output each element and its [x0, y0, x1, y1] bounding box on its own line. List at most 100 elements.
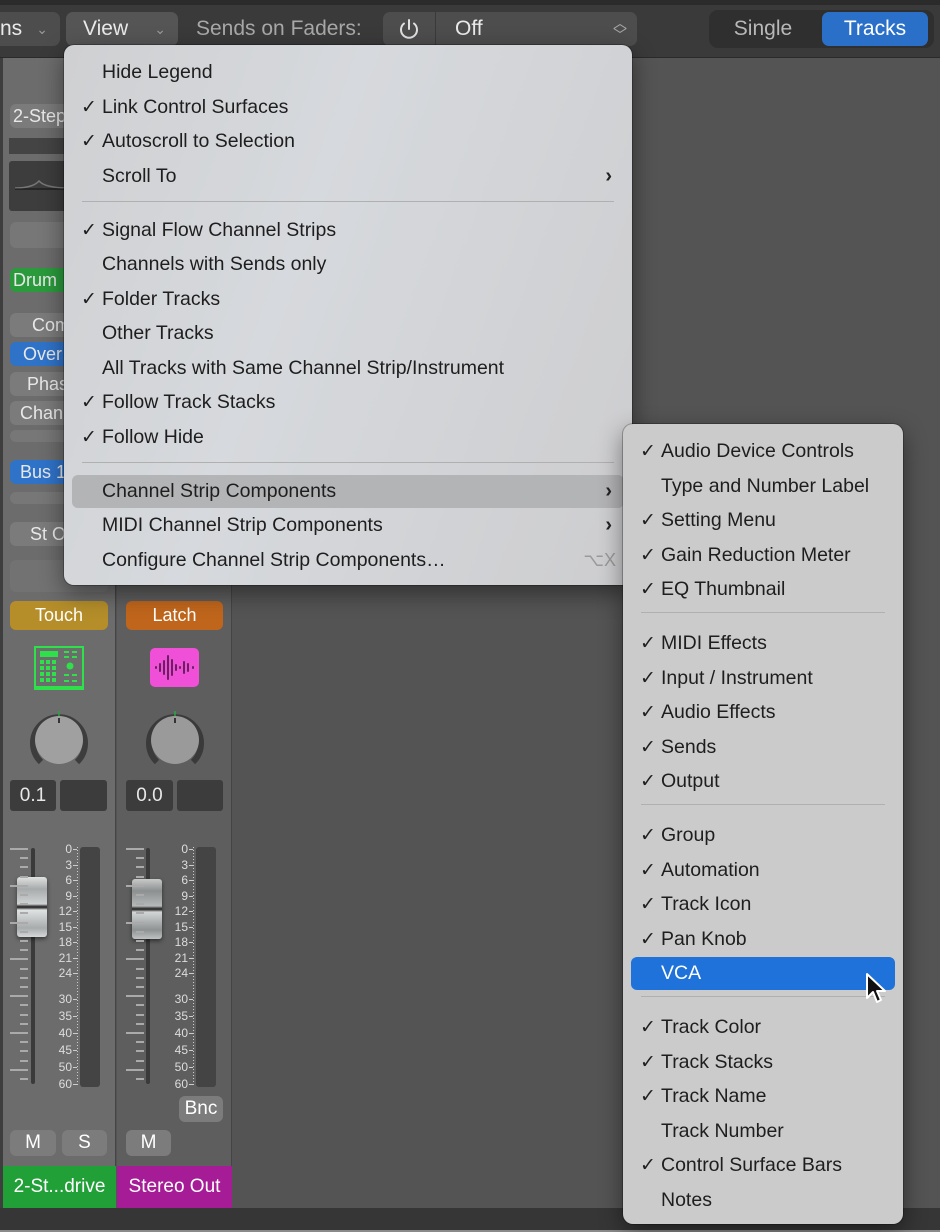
mouse-pointer-icon [866, 973, 886, 1003]
view-menu-item[interactable]: Other Tracks [72, 317, 624, 350]
audio-fx-slot-1[interactable]: Com [10, 313, 70, 337]
component-menu-item[interactable]: ✓ Track Stacks [631, 1046, 895, 1079]
checkmark-icon: ✓ [640, 736, 656, 758]
mute-button-1[interactable]: M [10, 1130, 56, 1156]
component-menu-item[interactable]: ✓ Track Icon [631, 888, 895, 921]
chevron-down-icon: ⌄ [36, 21, 48, 37]
mute-button-2[interactable]: M [126, 1130, 171, 1156]
view-menu-item[interactable]: ✓ Autoscroll to Selection [72, 125, 624, 158]
fader-tick [20, 1013, 28, 1016]
audio-fx-slot-2[interactable]: Over [10, 342, 70, 366]
view-menu-item[interactable]: MIDI Channel Strip Components › [72, 509, 624, 542]
component-menu-item[interactable]: ✓ Sends [631, 731, 895, 764]
fader-tick [136, 967, 144, 970]
automation-mode-button-2[interactable]: Latch [126, 601, 223, 630]
component-menu-item[interactable]: ✓ Setting Menu [631, 504, 895, 537]
view-menu-item[interactable]: Hide Legend [72, 56, 624, 89]
volume-fader-1[interactable]: 0 3 6 9 12 15 18 21 24 30 35 40 45 50 60 [8, 842, 108, 1090]
component-menu-item[interactable]: ✓ Automation [631, 854, 895, 887]
component-menu-item[interactable]: Type and Number Label [631, 470, 895, 503]
view-menu-item[interactable]: Channel Strip Components › [72, 475, 624, 508]
fader-scale-label: 24 [174, 966, 188, 980]
track-name-1[interactable]: 2-St...drive [3, 1166, 116, 1208]
menu-item-label: Control Surface Bars [661, 1154, 842, 1177]
fader-tick [136, 912, 144, 915]
audio-fx-slot-4[interactable]: Chan [10, 401, 70, 425]
component-menu-item[interactable]: ✓ Track Name [631, 1080, 895, 1113]
eq-thumbnail[interactable] [9, 161, 70, 211]
sends-on-faders-power-button[interactable] [383, 12, 435, 46]
segment-tracks[interactable]: Tracks [822, 12, 928, 46]
view-menu-item[interactable]: Scroll To › [72, 160, 624, 193]
solo-button-1[interactable]: S [62, 1130, 107, 1156]
component-menu-item[interactable]: ✓ Track Color [631, 1011, 895, 1044]
view-menu-button[interactable]: View ⌄ [66, 12, 178, 46]
menu-item-label: Follow Hide [102, 426, 204, 448]
component-menu-item[interactable]: ✓ Pan Knob [631, 923, 895, 956]
updown-chevron-icon: ︿ ﹀ [613, 15, 627, 43]
component-menu-item[interactable]: ✓ Group [631, 819, 895, 852]
component-menu-item[interactable]: ✓ Gain Reduction Meter [631, 539, 895, 572]
menu-item-label: Channels with Sends only [102, 253, 327, 275]
view-menu-item[interactable]: ✓ Follow Track Stacks [72, 386, 624, 419]
checkmark-icon: ✓ [640, 579, 656, 601]
view-menu-item[interactable]: ✓ Signal Flow Channel Strips [72, 214, 624, 247]
bounce-button[interactable]: Bnc [179, 1096, 223, 1122]
fader-tick [20, 866, 28, 869]
view-menu-item[interactable]: ✓ Link Control Surfaces [72, 91, 624, 124]
fader-scale-label: 45 [174, 1043, 188, 1057]
fader-scale-label: 15 [174, 919, 188, 934]
segment-single[interactable]: Single [713, 12, 813, 46]
component-menu-item[interactable]: ✓ Audio Effects [631, 696, 895, 729]
menu-item-label: Audio Device Controls [661, 440, 854, 462]
send-empty-slot[interactable] [10, 492, 70, 504]
options-menu-button[interactable]: ns ⌄ [0, 12, 60, 46]
component-menu-item[interactable]: Notes [631, 1184, 895, 1217]
fader-scale-label: 35 [174, 1009, 188, 1023]
eq-curve-icon [14, 179, 70, 190]
component-menu-item[interactable]: ✓ Input / Instrument [631, 662, 895, 695]
component-menu-item[interactable]: ✓ Output [631, 765, 895, 798]
component-menu-item[interactable]: Track Number [631, 1115, 895, 1148]
sends-on-faders-select[interactable]: Off ︿ ﹀ [436, 12, 637, 46]
track-name-2[interactable]: Stereo Out [117, 1166, 232, 1208]
fader-scale-label: 3 [181, 857, 188, 872]
view-menu-item[interactable]: Configure Channel Strip Components… ⌥X [72, 544, 624, 577]
component-menu-item[interactable]: ✓ Audio Device Controls [631, 435, 895, 468]
setting-menu-button[interactable]: 2-Step [10, 104, 70, 128]
midi-fx-slot[interactable]: Drum [10, 268, 70, 292]
audio-fx-empty-slot[interactable] [10, 430, 70, 442]
menu-item-label: Notes [661, 1189, 712, 1211]
checkmark-icon: ✓ [640, 510, 656, 532]
volume-fader-2[interactable]: 0 3 6 9 12 15 18 21 24 30 35 40 45 50 60 [124, 843, 224, 1090]
pan-value-1[interactable]: 0.1 [10, 780, 56, 811]
checkmark-icon: ✓ [640, 544, 656, 566]
component-menu-item[interactable]: VCA [631, 957, 895, 991]
automation-mode-button-1[interactable]: Touch [10, 601, 108, 630]
component-menu-item[interactable]: ✓ Control Surface Bars [631, 1149, 895, 1182]
component-menu-item[interactable]: ✓ EQ Thumbnail [631, 573, 895, 606]
chevron-right-icon: › [605, 480, 612, 502]
component-menu-item[interactable]: ✓ MIDI Effects [631, 627, 895, 660]
power-icon [400, 19, 418, 39]
send-slot-1[interactable]: Bus 1 [10, 460, 70, 484]
pan-knob-2[interactable] [143, 708, 207, 772]
fader-tick [136, 875, 144, 878]
fader-tick [136, 1013, 144, 1016]
view-menu-item[interactable]: Channels with Sends only [72, 248, 624, 281]
keyboard-shortcut: ⌥X [583, 550, 616, 570]
fader-scale-label: 0 [65, 842, 72, 856]
fader-tick [136, 1022, 144, 1025]
fader-tick [20, 967, 28, 970]
view-menu-item[interactable]: ✓ Follow Hide [72, 421, 624, 454]
window-edge [0, 0, 940, 5]
menu-item-label: Signal Flow Channel Strips [102, 219, 337, 241]
view-menu-item[interactable]: ✓ Folder Tracks [72, 283, 624, 316]
pan-value-2[interactable]: 0.0 [126, 780, 173, 811]
audio-fx-slot-3[interactable]: Phas [10, 372, 70, 396]
fader-tick [20, 1022, 28, 1025]
pan-knob-1[interactable] [27, 708, 91, 772]
input-slot[interactable] [10, 222, 70, 248]
view-menu-item[interactable]: All Tracks with Same Channel Strip/Instr… [72, 352, 624, 385]
output-slot[interactable]: St O [10, 522, 70, 546]
